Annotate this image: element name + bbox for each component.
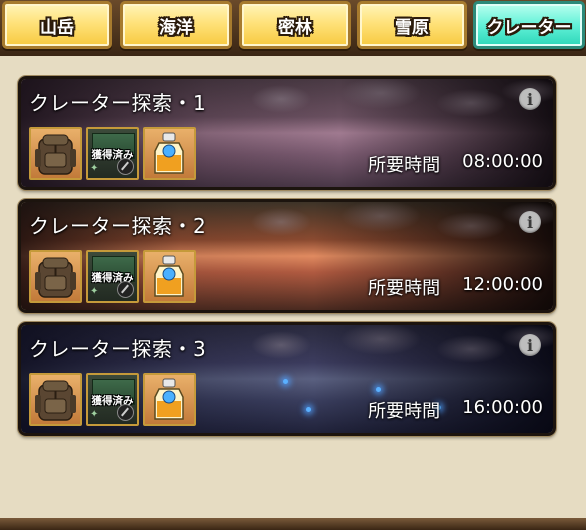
expedition-card-2[interactable]: クレーター探索・2 i 獲得済み ✦ 所要時間 12:00:00 <box>18 199 556 313</box>
potion-bottle-icon[interactable] <box>143 127 196 180</box>
rock-scenery <box>221 79 553 121</box>
blue-glow <box>283 379 288 384</box>
sparkle-icon: ✦ <box>90 286 99 297</box>
sparkle-icon: ✦ <box>90 163 99 174</box>
tab-snowfield[interactable]: 雪原 <box>357 1 467 49</box>
bottom-frame <box>0 518 586 530</box>
duration-value: 08:00:00 <box>462 151 543 172</box>
rock-scenery <box>221 325 553 367</box>
reward-items: 獲得済み ✦ <box>29 250 196 303</box>
backpack-icon[interactable] <box>29 250 82 303</box>
blue-glow <box>306 407 311 412</box>
rock-scenery <box>221 202 553 244</box>
reward-items: 獲得済み ✦ <box>29 373 196 426</box>
tab-crater[interactable]: クレーター <box>473 1 585 49</box>
magnifier-icon <box>117 158 134 175</box>
duration-row: 所要時間 16:00:00 <box>368 397 543 423</box>
expedition-card-1[interactable]: クレーター探索・1 i 獲得済み ✦ 所要時間 08:00:00 <box>18 76 556 190</box>
duration-value: 16:00:00 <box>462 397 543 418</box>
book-icon[interactable]: 獲得済み ✦ <box>86 127 139 180</box>
sparkle-icon: ✦ <box>90 409 99 420</box>
tab-mountain[interactable]: 山岳 <box>2 1 112 49</box>
magnifier-icon <box>117 281 134 298</box>
info-icon[interactable]: i <box>519 211 541 233</box>
magnifier-icon <box>117 404 134 421</box>
duration-label: 所要時間 <box>368 278 441 299</box>
region-tab-bar: 山岳 海洋 密林 雪原 クレーター <box>0 0 586 56</box>
backpack-icon[interactable] <box>29 373 82 426</box>
expedition-title: クレーター探索・2 <box>29 214 207 238</box>
potion-bottle-icon[interactable] <box>143 250 196 303</box>
expedition-title: クレーター探索・3 <box>29 337 207 361</box>
duration-label: 所要時間 <box>368 401 441 422</box>
backpack-icon[interactable] <box>29 127 82 180</box>
duration-value: 12:00:00 <box>462 274 543 295</box>
tab-jungle[interactable]: 密林 <box>239 1 351 49</box>
tab-ocean[interactable]: 海洋 <box>120 1 232 49</box>
duration-label: 所要時間 <box>368 155 441 176</box>
expedition-card-3[interactable]: クレーター探索・3 i 獲得済み ✦ 所要時間 16:00:00 <box>18 322 556 436</box>
expedition-title: クレーター探索・1 <box>29 91 207 115</box>
info-icon[interactable]: i <box>519 334 541 356</box>
book-icon[interactable]: 獲得済み ✦ <box>86 373 139 426</box>
info-icon[interactable]: i <box>519 88 541 110</box>
potion-bottle-icon[interactable] <box>143 373 196 426</box>
reward-items: 獲得済み ✦ <box>29 127 196 180</box>
duration-row: 所要時間 12:00:00 <box>368 274 543 300</box>
book-icon[interactable]: 獲得済み ✦ <box>86 250 139 303</box>
blue-glow <box>376 387 381 392</box>
duration-row: 所要時間 08:00:00 <box>368 151 543 177</box>
